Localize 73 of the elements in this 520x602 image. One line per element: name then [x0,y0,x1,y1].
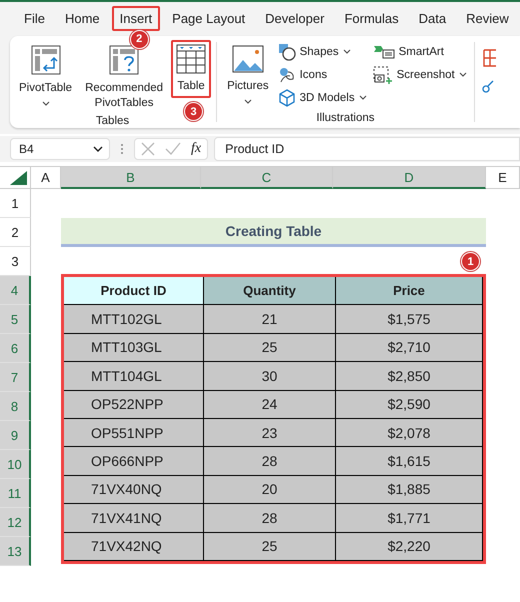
column-header[interactable]: D [333,167,486,189]
name-box[interactable]: B4 [10,138,110,160]
table-header-cell: Quantity [204,277,336,306]
table-cell: 28 [204,504,336,533]
table-cell: 25 [204,334,336,362]
ribbon-tab[interactable]: Home [56,6,108,30]
ribbon-button[interactable]: PivotTable [14,40,78,110]
table-cell: $1,771 [336,504,483,533]
table-cell: 28 [204,447,336,476]
ribbon-tab[interactable]: Page Layout [164,6,254,30]
group-label: Illustrations [316,112,374,126]
table-cell: $1,615 [336,447,483,476]
ribbon-tab[interactable]: Insert [112,6,160,30]
table-cell: OP666NPP [64,447,204,476]
table-cell: OP551NPP [64,418,204,448]
step-badge: 3 [184,102,204,121]
row-header[interactable]: 13 [0,537,31,566]
row-header[interactable]: 7 [0,363,31,392]
table-cell: 24 [204,390,336,419]
column-header[interactable]: A [31,167,61,189]
table-cell: 30 [204,362,336,391]
step-badge: 2 [130,30,149,48]
table-cell: 71VX40NQ [64,476,204,504]
table-header-cell: Price [336,277,483,306]
table-cell: 23 [204,418,336,448]
ribbon-button[interactable]: Shapes [278,42,367,61]
column-header[interactable]: C [201,167,333,189]
formula-input[interactable]: Product ID [214,137,520,161]
table-cell: $2,710 [336,334,483,362]
group-label: Tables [96,115,130,128]
row-header[interactable]: 12 [0,508,31,537]
table-cell: 25 [204,532,336,561]
insert-function-button[interactable]: fx [191,141,202,157]
column-header[interactable]: E [486,167,520,189]
ribbon-tab[interactable]: Data [410,6,454,30]
column-header[interactable]: B [61,167,201,189]
title-cell: Creating Table [61,218,486,247]
table-cell: 20 [204,476,336,504]
table-cell: $2,590 [336,390,483,419]
row-header[interactable]: 1 [0,189,31,218]
table-header-cell: Product ID [64,277,204,306]
ribbon-tab[interactable]: Developer [257,6,332,30]
table-cell: $2,850 [336,362,483,391]
table-cell: $2,220 [336,532,483,561]
row-header[interactable]: 3 [0,247,31,276]
row-header[interactable]: 5 [0,305,31,334]
ribbon-tab[interactable]: Review [458,6,517,30]
table-cell: MTT104GL [64,362,204,391]
ribbon-tab[interactable]: File [16,6,53,30]
row-header[interactable]: 2 [0,218,31,247]
table-cell: MTT102GL [64,305,204,334]
ribbon-button[interactable]: SmartArt [372,42,467,61]
table-cell: $1,885 [336,476,483,504]
row-header[interactable]: 8 [0,392,31,421]
ribbon-tab[interactable]: Formulas [336,6,407,30]
table-cell: 71VX41NQ [64,504,204,533]
table-cell: 71VX42NQ [64,532,204,561]
table-cell: MTT103GL [64,334,204,362]
step-badge: 1 [461,252,480,271]
table-cell: 21 [204,305,336,334]
ribbon-button[interactable]: Table [171,40,212,98]
row-header[interactable]: 10 [0,450,31,479]
row-header[interactable]: 4 [0,276,31,305]
ribbon-button[interactable]: Screenshot [372,65,467,84]
ribbon-button[interactable]: Icons [278,65,367,84]
row-header[interactable]: 6 [0,334,31,363]
ribbon-button[interactable]: Pictures [222,40,274,108]
ribbon-button[interactable]: 3D Models [278,88,367,107]
row-header[interactable]: 11 [0,479,31,508]
row-header[interactable]: 9 [0,421,31,450]
table-cell: $2,078 [336,418,483,448]
table-cell: OP522NPP [64,390,204,419]
table-cell: $1,575 [336,305,483,334]
